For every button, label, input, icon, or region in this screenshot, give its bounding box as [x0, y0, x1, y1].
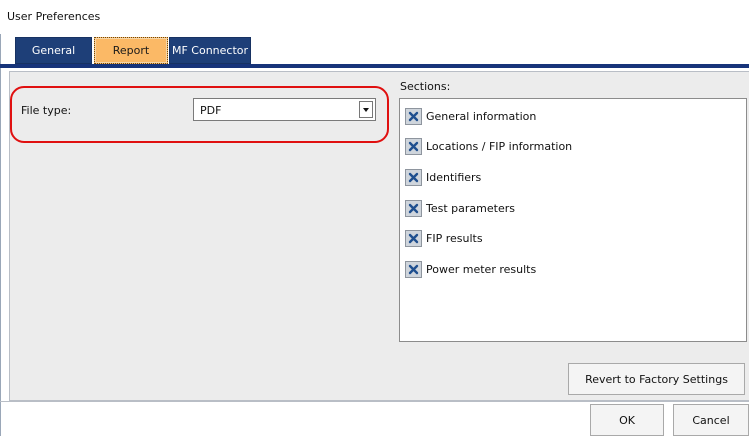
section-label: Test parameters — [426, 201, 515, 215]
section-item-fip-results[interactable]: FIP results — [405, 228, 483, 248]
tab-report-label: Report — [112, 44, 150, 57]
section-item-test-parameters[interactable]: Test parameters — [405, 198, 515, 218]
tab-mf-connector-label: MF Connector — [171, 44, 249, 57]
tab-mf-connector[interactable]: MF Connector — [169, 37, 251, 64]
checkbox-x-icon[interactable] — [405, 260, 422, 278]
checkbox-x-icon[interactable] — [405, 199, 422, 217]
section-label: FIP results — [426, 231, 483, 245]
tab-general-label: General — [31, 44, 76, 57]
checkbox-x-icon[interactable] — [405, 168, 422, 186]
section-label: Power meter results — [426, 262, 537, 276]
section-label: Locations / FIP information — [426, 139, 573, 153]
ok-label: OK — [619, 413, 635, 427]
cancel-button[interactable]: Cancel — [673, 404, 749, 436]
file-type-label: File type: — [21, 104, 72, 117]
tab-report[interactable]: Report — [94, 37, 168, 64]
file-type-value: PDF — [200, 104, 222, 117]
sections-list: General information Locations / FIP info… — [399, 98, 747, 342]
checkbox-x-icon[interactable] — [405, 107, 422, 125]
checkbox-x-icon[interactable] — [405, 137, 422, 155]
sections-label: Sections: — [400, 80, 451, 93]
revert-to-factory-settings-button[interactable]: Revert to Factory Settings — [568, 363, 745, 395]
section-item-identifiers[interactable]: Identifiers — [405, 167, 481, 187]
chevron-down-icon — [363, 107, 369, 112]
dropdown-button[interactable] — [359, 101, 373, 118]
section-item-power-meter-results[interactable]: Power meter results — [405, 259, 536, 279]
section-label: Identifiers — [426, 170, 482, 184]
checkbox-x-icon[interactable] — [405, 229, 422, 247]
title-bar: User Preferences — [0, 0, 749, 32]
section-item-locations-fip[interactable]: Locations / FIP information — [405, 136, 572, 156]
revert-label: Revert to Factory Settings — [585, 372, 728, 386]
file-type-select[interactable]: PDF — [193, 98, 376, 121]
section-label: General information — [426, 109, 537, 123]
section-item-general-information[interactable]: General information — [405, 106, 536, 126]
window-left-border — [0, 34, 1, 436]
tab-strip-line — [0, 64, 749, 68]
tab-general[interactable]: General — [15, 37, 92, 64]
panel-bottom-border — [0, 401, 749, 402]
ok-button[interactable]: OK — [590, 404, 664, 436]
window-title: User Preferences — [7, 10, 101, 23]
cancel-label: Cancel — [692, 413, 730, 427]
